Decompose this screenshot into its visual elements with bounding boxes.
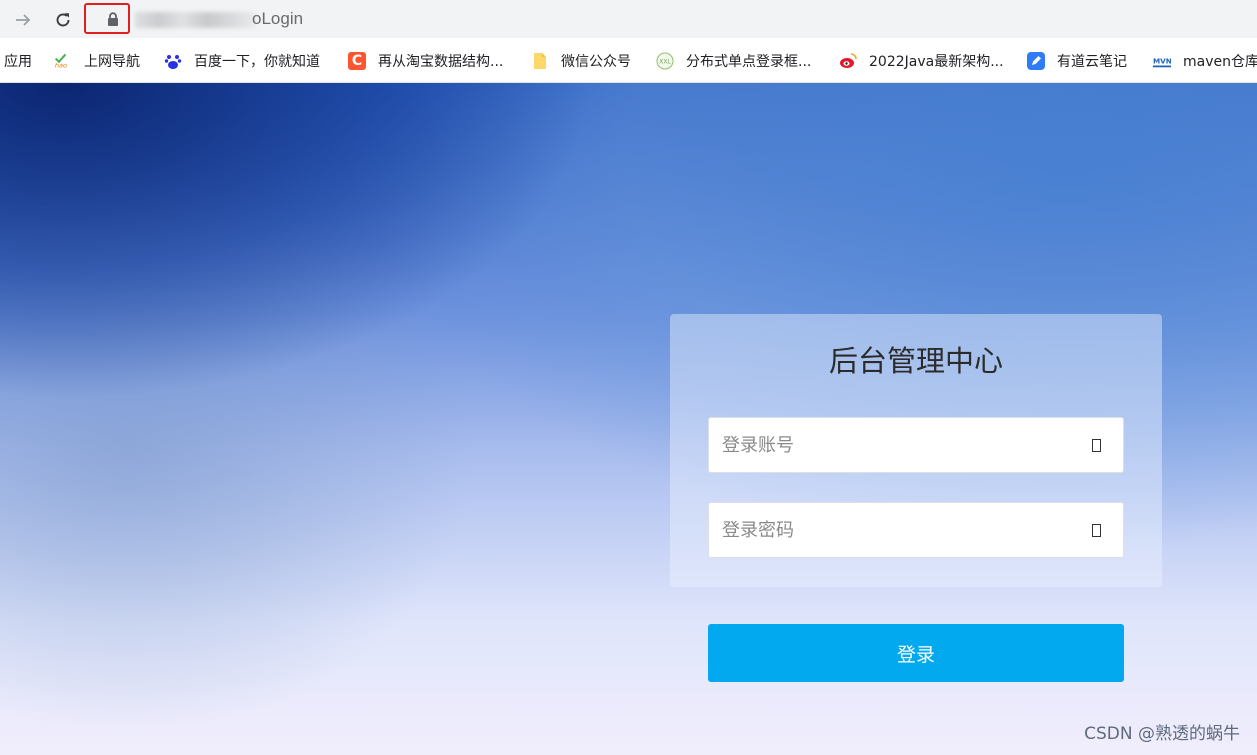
svg-text:hao: hao <box>55 62 67 70</box>
svg-text:XXL: XXL <box>659 59 671 66</box>
bookmark-apps[interactable]: 应用 <box>4 50 32 72</box>
watermark-text: CSDN @熟透的蜗牛 <box>1084 724 1240 744</box>
csdn-c-icon: C <box>348 52 366 70</box>
bookmark-label: 2022Java最新架构... <box>869 54 1004 70</box>
login-card: 后台管理中心 <box>670 314 1162 587</box>
mvn-icon: MVN <box>1153 52 1171 70</box>
bookmark-label: 百度一下，你就知道 <box>194 54 320 70</box>
bookmark-label: 应用 <box>4 54 32 70</box>
bookmark-csdn[interactable]: C 再从淘宝数据结构... <box>348 50 503 72</box>
login-page: 后台管理中心 登录 CSDN @熟透的蜗牛 <box>0 83 1257 755</box>
password-icon <box>1092 524 1101 537</box>
folder-icon <box>531 52 549 70</box>
bookmarks-bar: 应用 hao 上网导航 百度一下，你就知道 C 再从淘宝数据结构... 微信公众… <box>0 38 1257 83</box>
bookmark-label: maven仓库 <box>1183 54 1257 70</box>
bookmark-wechat-folder[interactable]: 微信公众号 <box>531 50 631 72</box>
bookmark-xxl[interactable]: XXL 分布式单点登录框... <box>656 50 811 72</box>
arrow-right-icon <box>16 14 31 26</box>
bookmark-maven[interactable]: MVN maven仓库 <box>1153 50 1257 72</box>
bookmark-youdao[interactable]: 有道云笔记 <box>1027 50 1127 72</box>
account-field[interactable] <box>708 417 1124 473</box>
browser-toolbar: oLogin <box>0 0 1257 38</box>
password-field[interactable] <box>708 502 1124 558</box>
bookmark-label: 上网导航 <box>84 54 140 70</box>
bookmark-baidu[interactable]: 百度一下，你就知道 <box>164 50 320 72</box>
bookmark-label: 分布式单点登录框... <box>686 54 812 70</box>
account-icon <box>1092 439 1101 452</box>
weibo-icon <box>839 52 857 70</box>
url-text: oLogin <box>252 9 304 28</box>
login-title: 后台管理中心 <box>828 344 1003 378</box>
password-input[interactable] <box>709 503 1069 557</box>
reload-icon <box>56 13 70 27</box>
youdao-note-icon <box>1027 52 1045 70</box>
forward-button[interactable] <box>10 7 36 33</box>
bookmark-label: 微信公众号 <box>561 54 631 70</box>
bookmark-java[interactable]: 2022Java最新架构... <box>839 50 1004 72</box>
account-input[interactable] <box>709 418 1069 472</box>
bookmark-label: 再从淘宝数据结构... <box>378 54 504 70</box>
bookmark-label: 有道云笔记 <box>1057 54 1127 70</box>
svg-text:MVN: MVN <box>1153 57 1171 66</box>
login-button[interactable]: 登录 <box>708 624 1124 682</box>
url-blurred-text <box>135 12 255 28</box>
lock-icon[interactable] <box>107 12 119 26</box>
reload-button[interactable] <box>50 7 76 33</box>
xxl-icon: XXL <box>656 52 674 70</box>
hao-icon: hao <box>54 52 72 70</box>
bookmark-hao[interactable]: hao 上网导航 <box>54 50 140 72</box>
baidu-paw-icon <box>164 52 182 70</box>
